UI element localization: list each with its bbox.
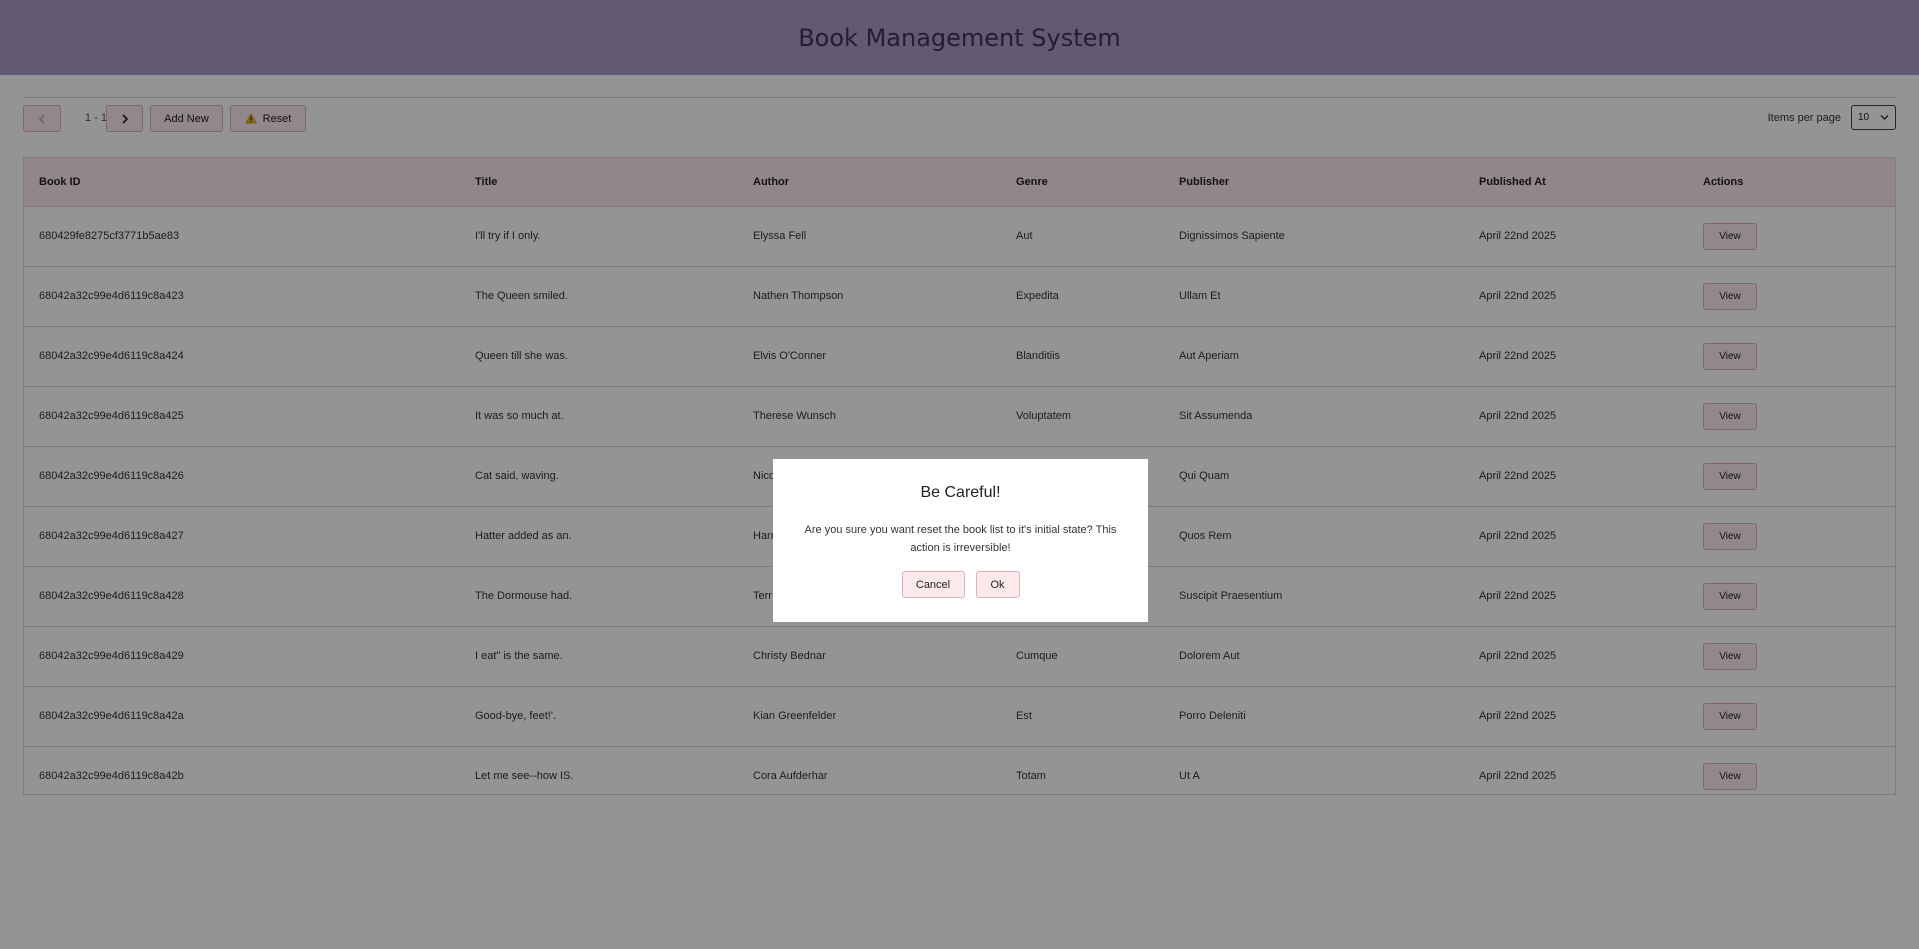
ok-button[interactable]: Ok (975, 571, 1020, 598)
dialog-message: Are you sure you want reset the book lis… (804, 524, 1117, 554)
dialog-actions: Cancel Ok (773, 571, 1148, 598)
confirm-reset-dialog: Be Careful! Are you sure you want reset … (773, 459, 1148, 622)
dialog-title: Be Careful! (920, 484, 1001, 501)
cancel-button[interactable]: Cancel (901, 571, 965, 598)
